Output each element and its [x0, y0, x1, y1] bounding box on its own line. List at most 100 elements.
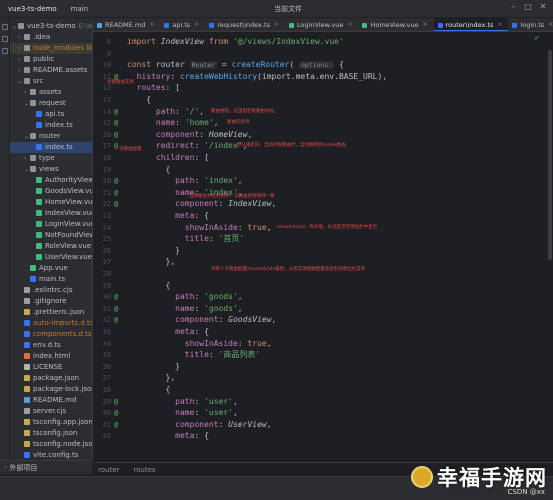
- tree-item[interactable]: › assets: [10, 87, 92, 98]
- close-tab-icon[interactable]: ×: [274, 18, 279, 31]
- tree-item[interactable]: env.d.ts: [10, 340, 92, 351]
- close-tab-icon[interactable]: ×: [194, 18, 199, 31]
- lic-file-icon: [24, 364, 30, 370]
- tree-item[interactable]: tsconfig.app.json: [10, 417, 92, 428]
- project-path: E:\web: [78, 22, 92, 30]
- implementation-marker-icon[interactable]: @: [114, 314, 118, 327]
- code-token: {: [334, 60, 344, 70]
- tree-item-label: UserView.vue: [45, 253, 92, 261]
- tree-item-label: env.d.ts: [33, 341, 61, 349]
- watermark-sub: CSDN @xx: [507, 488, 545, 496]
- code-token: :: [208, 350, 219, 360]
- breadcrumb-item[interactable]: router: [98, 466, 119, 474]
- tree-item[interactable]: README.md: [10, 395, 92, 406]
- structure-tool-icon[interactable]: [1, 48, 8, 54]
- tree-item-label: request: [39, 99, 66, 107]
- vue-file-icon: [36, 210, 42, 216]
- tree-item[interactable]: › .idea: [10, 32, 92, 43]
- tree-item[interactable]: auto-imports.d.ts: [10, 318, 92, 329]
- tree-item-label: RoleView.vue: [45, 242, 92, 250]
- project-name[interactable]: vue3-ts-demo: [8, 5, 57, 13]
- tree-item[interactable]: ⌄ router: [10, 131, 92, 142]
- close-tab-icon[interactable]: ×: [347, 18, 352, 31]
- editor-tab[interactable]: README.md ×: [93, 18, 160, 31]
- tree-item[interactable]: › type: [10, 153, 92, 164]
- tree-item[interactable]: GoodsView.vue: [10, 186, 92, 197]
- vue-file-icon: [36, 232, 42, 238]
- git-branch[interactable]: main: [71, 5, 89, 13]
- editor-tab[interactable]: HomeView.vue ×: [358, 18, 433, 31]
- tree-item[interactable]: ⌄ request: [10, 98, 92, 109]
- commit-tool-icon[interactable]: [1, 36, 8, 42]
- implementation-marker-icon[interactable]: @: [114, 140, 118, 153]
- breadcrumb-item[interactable]: routes: [133, 466, 155, 474]
- tree-item[interactable]: api.ts: [10, 109, 92, 120]
- project-tool-icon[interactable]: [1, 24, 8, 30]
- chevron-right-icon: ›: [4, 464, 7, 471]
- inspection-ok-icon[interactable]: ✓: [534, 34, 540, 42]
- close-tab-icon[interactable]: ×: [423, 18, 428, 31]
- external-project-bar[interactable]: › 外部项目: [0, 460, 92, 474]
- tree-item[interactable]: ⌄vue3-ts-demoE:\web: [10, 21, 92, 32]
- tree-item[interactable]: package.json: [10, 373, 92, 384]
- tree-item-label: public: [33, 55, 55, 63]
- tree-item[interactable]: › README.assets: [10, 65, 92, 76]
- code-area[interactable]: 8 9 10 11 12 13 14 15 16 17 18 19 20 21 22 23 24 25 26 27 28…: [93, 32, 553, 460]
- tree-item[interactable]: AuthorityView: [10, 175, 92, 186]
- tree-item[interactable]: ⌄ src: [10, 76, 92, 87]
- editor-tab[interactable]: LoginView.vue ×: [285, 18, 358, 31]
- tree-item[interactable]: package-lock.json: [10, 384, 92, 395]
- close-tab-icon[interactable]: ×: [548, 18, 553, 31]
- code-line[interactable]: meta: {: [127, 429, 209, 442]
- tree-item[interactable]: ›node_modules library: [10, 43, 92, 54]
- tab-label: request\index.ts: [217, 21, 270, 29]
- vertical-scrollbar[interactable]: [548, 50, 552, 260]
- tree-item[interactable]: IndexView.vue: [10, 208, 92, 219]
- code-token: : {: [194, 211, 209, 220]
- tree-item[interactable]: App.vue: [10, 263, 92, 274]
- tree-item[interactable]: › public: [10, 54, 92, 65]
- tree-item[interactable]: vite.config.ts: [10, 450, 92, 460]
- close-tab-icon[interactable]: ×: [149, 18, 154, 31]
- tree-item[interactable]: UserView.vue: [10, 252, 92, 263]
- tree-item[interactable]: RoleView.vue: [10, 241, 92, 252]
- tree-item[interactable]: .gitignore: [10, 296, 92, 307]
- tree-item[interactable]: tsconfig.json: [10, 428, 92, 439]
- editor-tab[interactable]: router\index.ts ×: [433, 18, 509, 31]
- tree-item-label: package.json: [33, 374, 80, 382]
- tree-item[interactable]: ⌄ views: [10, 164, 92, 175]
- code-token: ,: [237, 292, 243, 302]
- tree-item[interactable]: LoginView.vue: [10, 219, 92, 230]
- tree-item[interactable]: index.ts: [10, 142, 92, 153]
- tree-item[interactable]: components.d.ts: [10, 329, 92, 340]
- close-icon[interactable]: ✕: [539, 3, 547, 11]
- tree-item[interactable]: NotFoundView: [10, 230, 92, 241]
- tree-item[interactable]: HomeView.vue: [10, 197, 92, 208]
- code-line[interactable]: },: [127, 255, 176, 268]
- code-token: :: [194, 408, 205, 418]
- tree-item[interactable]: main.ts: [10, 274, 92, 285]
- tree-item[interactable]: .prettierrc.json: [10, 307, 92, 318]
- tree-item[interactable]: LICENSE: [10, 362, 92, 373]
- tree-item[interactable]: tsconfig.node.json: [10, 439, 92, 450]
- editor-tab[interactable]: request\index.ts ×: [205, 18, 285, 31]
- minimize-icon[interactable]: –: [509, 3, 517, 11]
- close-tab-icon[interactable]: ×: [497, 18, 502, 31]
- code-token: =: [217, 60, 232, 70]
- code-token: '@/views/IndexView.vue': [232, 37, 344, 46]
- tree-item[interactable]: index.ts: [10, 120, 92, 131]
- tree-item[interactable]: .eslintrc.cjs: [10, 285, 92, 296]
- maximize-icon[interactable]: □: [524, 3, 532, 11]
- run-config[interactable]: 当前文件: [274, 4, 302, 14]
- code-content[interactable]: import IndexView from '@/views/IndexView…: [107, 32, 547, 460]
- red-annotation: 创建路由实例: [107, 79, 134, 85]
- code-line[interactable]: import IndexView from '@/views/IndexView…: [127, 35, 344, 48]
- tree-item[interactable]: index.html: [10, 351, 92, 362]
- tree-item[interactable]: server.cjs: [10, 406, 92, 417]
- implementation-marker-icon[interactable]: @: [114, 419, 118, 432]
- editor-tab[interactable]: login.ts ×: [508, 18, 553, 31]
- editor-tab[interactable]: api.ts ×: [160, 18, 205, 31]
- code-token: UserView: [228, 419, 267, 429]
- ts-file-icon: [36, 144, 42, 150]
- implementation-marker-icon[interactable]: @: [114, 198, 118, 211]
